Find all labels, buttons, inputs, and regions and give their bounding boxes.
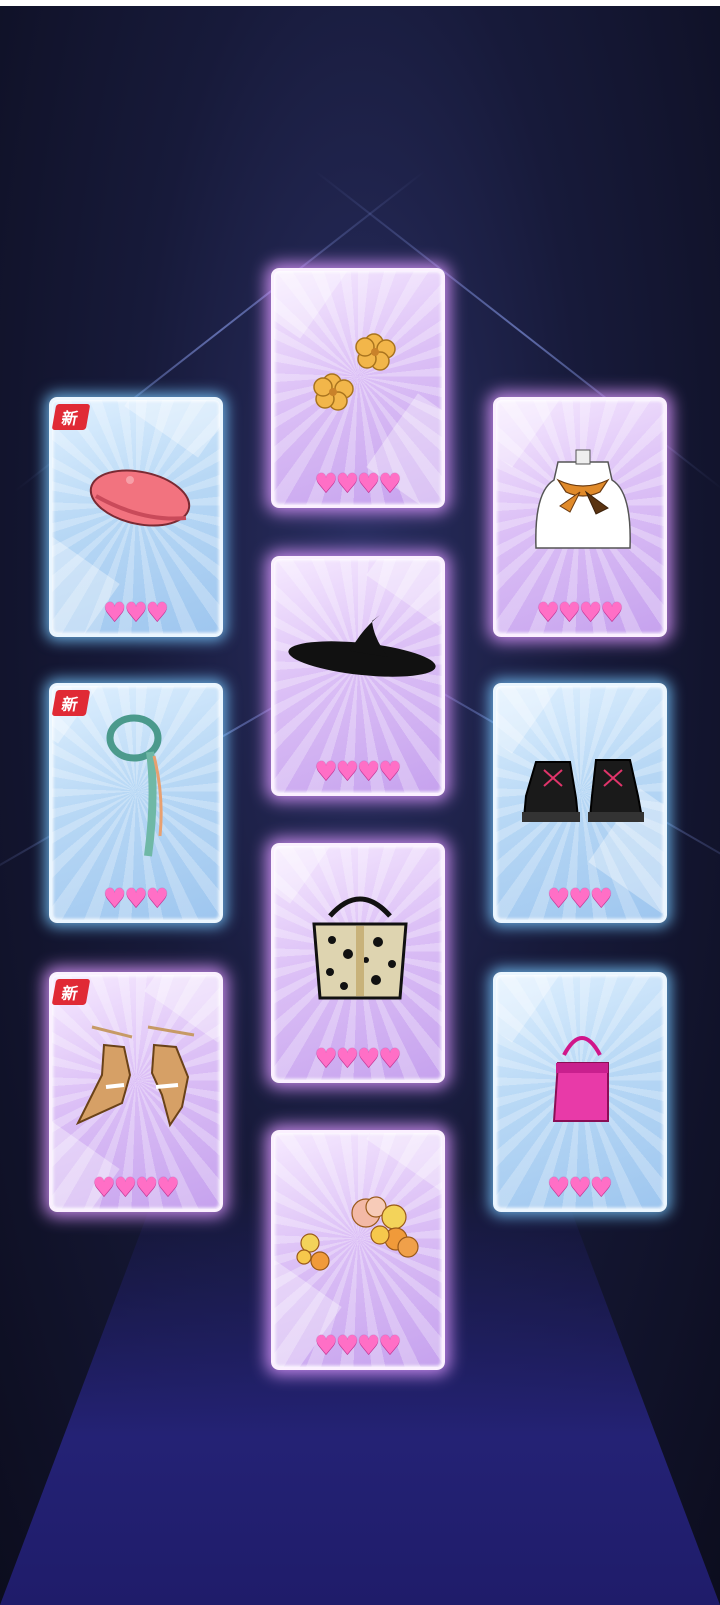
heart-icon: ♥	[547, 1173, 571, 1203]
card-black-platform-boots[interactable]: ♥♥♥	[493, 683, 667, 923]
heart-icon: ♥	[579, 598, 603, 628]
heart-icon: ♥	[568, 1173, 592, 1203]
heart-icon: ♥	[335, 757, 359, 787]
card-lace-up-heels[interactable]: 新 ♥♥♥♥	[49, 972, 223, 1212]
rarity-hearts: ♥♥♥♥	[274, 1046, 442, 1072]
heart-icon: ♥	[314, 469, 338, 499]
card-leopard-handbag[interactable]: ♥♥♥♥	[271, 843, 445, 1083]
card-pink-beret[interactable]: 新 ♥♥♥	[49, 397, 223, 637]
heart-icon: ♥	[357, 757, 381, 787]
heart-icon: ♥	[92, 1173, 116, 1203]
heart-icon: ♥	[589, 884, 613, 914]
heart-icon: ♥	[314, 1044, 338, 1074]
heart-icon: ♥	[378, 757, 402, 787]
heart-icon: ♥	[557, 598, 581, 628]
card-pink-mini-bag[interactable]: ♥♥♥	[493, 972, 667, 1212]
card-silk-scarf-bust[interactable]: ♥♥♥♥	[493, 397, 667, 637]
heart-icon: ♥	[103, 884, 127, 914]
heart-icon: ♥	[314, 757, 338, 787]
new-badge: 新	[52, 690, 91, 716]
heart-icon: ♥	[357, 1044, 381, 1074]
heart-icon: ♥	[589, 1173, 613, 1203]
heart-icon: ♥	[113, 1173, 137, 1203]
rarity-hearts: ♥♥♥♥	[274, 1333, 442, 1359]
card-green-ribbon-scarf[interactable]: 新 ♥♥♥	[49, 683, 223, 923]
reveal-stage: ♥♥♥♥ 新 ♥♥♥ ♥♥♥♥ ♥♥♥♥ 新 ♥♥♥ ♥♥♥ ♥♥♥♥ 新 ♥♥…	[0, 0, 720, 1605]
heart-icon: ♥	[156, 1173, 180, 1203]
heart-icon: ♥	[145, 598, 169, 628]
rarity-hearts: ♥♥♥♥	[496, 600, 664, 626]
heart-icon: ♥	[124, 598, 148, 628]
heart-icon: ♥	[124, 884, 148, 914]
heart-icon: ♥	[335, 1044, 359, 1074]
heart-icon: ♥	[536, 598, 560, 628]
heart-icon: ♥	[335, 469, 359, 499]
rarity-hearts: ♥♥♥♥	[52, 1175, 220, 1201]
heart-icon: ♥	[314, 1331, 338, 1361]
heart-icon: ♥	[378, 1331, 402, 1361]
heart-icon: ♥	[135, 1173, 159, 1203]
heart-icon: ♥	[103, 598, 127, 628]
rarity-hearts: ♥♥♥	[496, 1175, 664, 1201]
heart-icon: ♥	[547, 884, 571, 914]
heart-icon: ♥	[145, 884, 169, 914]
top-band	[0, 0, 720, 6]
rarity-hearts: ♥♥♥	[496, 886, 664, 912]
rarity-hearts: ♥♥♥	[52, 600, 220, 626]
rarity-hearts: ♥♥♥♥	[274, 759, 442, 785]
heart-icon: ♥	[357, 1331, 381, 1361]
card-black-witch-hat[interactable]: ♥♥♥♥	[271, 556, 445, 796]
heart-icon: ♥	[357, 469, 381, 499]
heart-icon: ♥	[600, 598, 624, 628]
rarity-hearts: ♥♥♥♥	[274, 471, 442, 497]
card-flower-hairpins[interactable]: ♥♥♥♥	[271, 1130, 445, 1370]
card-flower-earrings[interactable]: ♥♥♥♥	[271, 268, 445, 508]
rarity-hearts: ♥♥♥	[52, 886, 220, 912]
heart-icon: ♥	[568, 884, 592, 914]
heart-icon: ♥	[378, 469, 402, 499]
heart-icon: ♥	[378, 1044, 402, 1074]
new-badge: 新	[52, 979, 91, 1005]
heart-icon: ♥	[335, 1331, 359, 1361]
new-badge: 新	[52, 404, 91, 430]
